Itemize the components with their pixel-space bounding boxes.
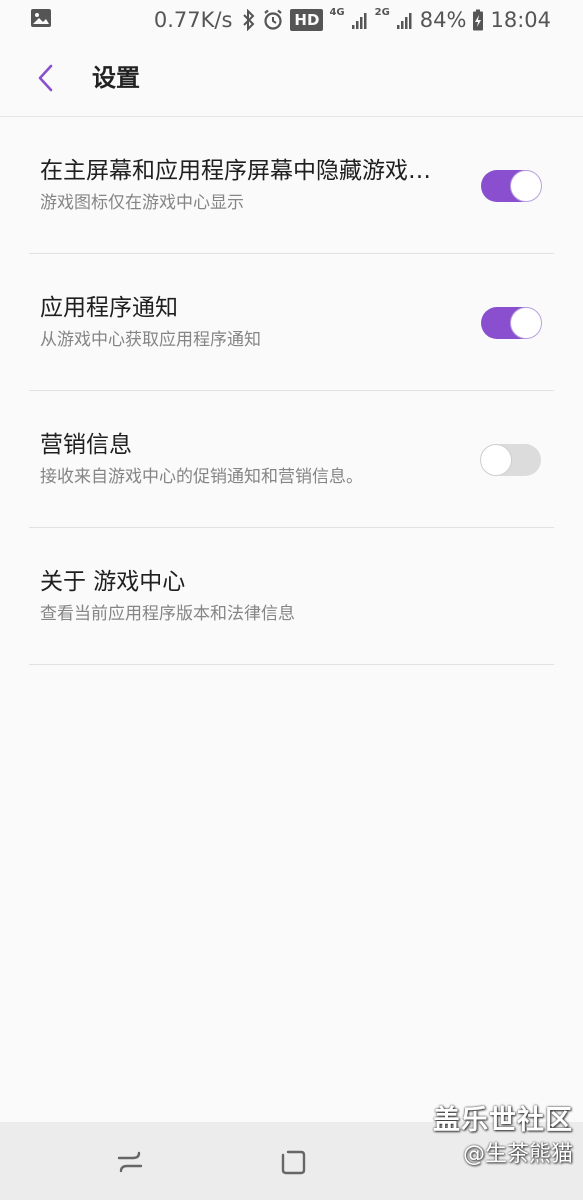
setting-title: 应用程序通知 [40, 295, 178, 321]
home-button[interactable] [273, 1142, 313, 1182]
screen: 0.77K/s HD 4G 2G 84% 18:04 设置 在主屏幕和应用程序屏… [0, 0, 583, 1200]
hd-voice-badge: HD [290, 9, 324, 31]
marketing-info-toggle[interactable] [480, 444, 541, 476]
setting-about-game-center[interactable]: 关于 游戏中心 查看当前应用程序版本和法律信息 [0, 528, 583, 665]
setting-subtitle: 查看当前应用程序版本和法律信息 [40, 604, 295, 624]
status-icons: 0.77K/s HD 4G 2G 84% 18:04 [154, 6, 551, 34]
setting-title: 在主屏幕和应用程序屏幕中隐藏游戏图标 [40, 158, 450, 184]
setting-subtitle: 从游戏中心获取应用程序通知 [40, 330, 261, 350]
chevron-left-icon [38, 64, 53, 92]
setting-app-notifications[interactable]: 应用程序通知 从游戏中心获取应用程序通知 [0, 254, 583, 391]
setting-hide-game-icons[interactable]: 在主屏幕和应用程序屏幕中隐藏游戏图标 游戏图标仅在游戏中心显示 [0, 117, 583, 254]
toggle-knob [510, 307, 542, 339]
setting-title: 关于 游戏中心 [40, 569, 186, 595]
setting-subtitle: 接收来自游戏中心的促销通知和营销信息。 [40, 467, 363, 487]
signal-strength-icon-2 [396, 13, 412, 29]
recent-apps-icon [117, 1151, 143, 1173]
status-bar: 0.77K/s HD 4G 2G 84% 18:04 [0, 0, 583, 40]
net-speed: 0.77K/s [153, 8, 233, 32]
network-4g-label: 4G [329, 7, 345, 18]
app-bar: 设置 [0, 40, 583, 116]
settings-list: 在主屏幕和应用程序屏幕中隐藏游戏图标 游戏图标仅在游戏中心显示 应用程序通知 从… [0, 117, 583, 665]
app-notifications-toggle[interactable] [481, 307, 542, 339]
navigation-bar [0, 1122, 583, 1200]
page-title: 设置 [92, 64, 140, 92]
battery-charging-icon [473, 9, 484, 31]
gallery-notification-icon [31, 9, 51, 27]
home-icon [281, 1150, 306, 1175]
alarm-icon [264, 9, 283, 30]
battery-percent: 84% [419, 8, 467, 32]
toggle-knob [510, 170, 542, 202]
setting-title: 营销信息 [40, 432, 132, 458]
recent-apps-button[interactable] [110, 1142, 150, 1182]
clock: 18:04 [490, 8, 551, 32]
network-2g-label: 2G [374, 7, 390, 18]
setting-marketing-info[interactable]: 营销信息 接收来自游戏中心的促销通知和营销信息。 [0, 391, 583, 528]
back-button[interactable] [24, 56, 68, 100]
hide-game-icons-toggle[interactable] [481, 170, 542, 202]
row-divider [29, 664, 554, 665]
setting-subtitle: 游戏图标仅在游戏中心显示 [40, 193, 244, 213]
signal-strength-icon-1 [351, 13, 367, 29]
bluetooth-icon [243, 9, 255, 31]
toggle-knob [480, 444, 512, 476]
